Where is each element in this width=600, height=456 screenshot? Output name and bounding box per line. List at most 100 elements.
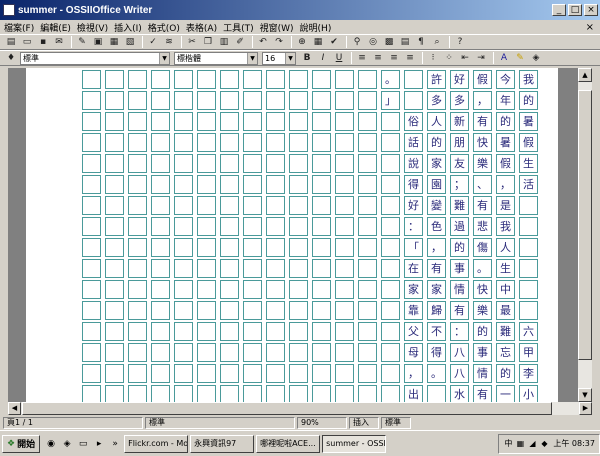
grid-cell[interactable]: 有 [450, 301, 469, 320]
grid-cell[interactable] [197, 175, 216, 194]
menu-file[interactable]: 檔案(F) [4, 21, 34, 34]
grid-cell[interactable]: 。 [427, 364, 446, 383]
justify-icon[interactable]: ≡ [403, 52, 417, 65]
grid-cell[interactable] [197, 238, 216, 257]
grid-cell[interactable] [243, 217, 262, 236]
grid-cell[interactable] [243, 70, 262, 89]
grid-cell[interactable]: 多 [450, 91, 469, 110]
grid-cell[interactable]: 中 [496, 280, 515, 299]
grid-cell[interactable] [105, 385, 124, 402]
grid-cell[interactable]: 我 [519, 70, 538, 89]
scroll-down-icon[interactable]: ▼ [578, 388, 592, 402]
decrease-indent-icon[interactable]: ⇤ [458, 52, 472, 65]
grid-cell[interactable] [105, 154, 124, 173]
grid-cell[interactable] [335, 364, 354, 383]
navigator-icon[interactable]: ◎ [366, 36, 380, 49]
grid-cell[interactable] [220, 133, 239, 152]
grid-cell[interactable] [174, 175, 193, 194]
grid-cell[interactable]: 變 [427, 196, 446, 215]
grid-cell[interactable] [220, 364, 239, 383]
grid-cell[interactable] [82, 133, 101, 152]
align-center-icon[interactable]: ≡ [371, 52, 385, 65]
grid-cell[interactable] [151, 133, 170, 152]
media-player-icon[interactable]: ▸ [92, 437, 106, 451]
grid-cell[interactable]: 有 [473, 196, 492, 215]
grid-cell[interactable] [266, 154, 285, 173]
font-size-select[interactable]: 16 ▼ [262, 51, 296, 65]
grid-cell[interactable] [128, 154, 147, 173]
grid-cell[interactable] [358, 133, 377, 152]
grid-cell[interactable] [381, 343, 400, 362]
grid-cell[interactable] [82, 217, 101, 236]
new-document-icon[interactable]: ▤ [4, 36, 18, 49]
grid-cell[interactable] [174, 259, 193, 278]
grid-cell[interactable] [197, 70, 216, 89]
volume-icon[interactable]: ◢ [527, 439, 537, 449]
grid-cell[interactable] [289, 238, 308, 257]
grid-cell[interactable] [174, 364, 193, 383]
grid-cell[interactable] [519, 301, 538, 320]
grid-cell[interactable]: 、 [473, 175, 492, 194]
grid-cell[interactable]: 」 [381, 91, 400, 110]
grid-cell[interactable] [128, 385, 147, 402]
grid-cell[interactable] [128, 196, 147, 215]
grid-cell[interactable]: 忘 [496, 343, 515, 362]
grid-cell[interactable] [220, 217, 239, 236]
grid-cell[interactable] [381, 385, 400, 402]
grid-cell[interactable] [151, 217, 170, 236]
grid-cell[interactable] [266, 385, 285, 402]
task-folder[interactable]: 永興資訊97 [190, 434, 255, 453]
grid-cell[interactable] [174, 343, 193, 362]
grid-cell[interactable] [197, 385, 216, 402]
grid-cell[interactable] [105, 112, 124, 131]
edit-file-icon[interactable]: ✎ [75, 36, 89, 49]
horizontal-scroll-thumb[interactable] [22, 402, 552, 415]
grid-cell[interactable] [197, 154, 216, 173]
grid-cell[interactable] [358, 385, 377, 402]
formatting-marks-icon[interactable]: ¶ [414, 36, 428, 49]
grid-cell[interactable] [105, 238, 124, 257]
grid-cell[interactable]: 多 [427, 91, 446, 110]
grid-cell[interactable] [519, 238, 538, 257]
grid-cell[interactable]: 在 [404, 259, 423, 278]
email-icon[interactable]: ✉ [52, 36, 66, 49]
grid-cell[interactable] [381, 301, 400, 320]
grid-cell[interactable] [105, 259, 124, 278]
chevron-down-icon[interactable]: ▼ [247, 52, 257, 64]
grid-cell[interactable]: 李 [519, 364, 538, 383]
grid-cell[interactable] [243, 238, 262, 257]
grid-cell[interactable] [266, 301, 285, 320]
grid-cell[interactable]: 色 [427, 217, 446, 236]
grid-cell[interactable]: 生 [519, 154, 538, 173]
font-color-icon[interactable]: A [497, 52, 511, 65]
menu-help[interactable]: 說明(H) [300, 21, 332, 34]
grid-cell[interactable]: 歸 [427, 301, 446, 320]
grid-cell[interactable] [312, 196, 331, 215]
grid-cell[interactable] [197, 364, 216, 383]
grid-cell[interactable] [266, 343, 285, 362]
grid-cell[interactable] [358, 196, 377, 215]
grid-cell[interactable] [289, 364, 308, 383]
grid-cell[interactable]: 。 [381, 70, 400, 89]
grid-cell[interactable] [220, 154, 239, 173]
grid-cell[interactable] [151, 385, 170, 402]
grid-cell[interactable] [381, 322, 400, 341]
grid-cell[interactable]: 的 [496, 112, 515, 131]
grid-cell[interactable] [358, 175, 377, 194]
status-insert-mode[interactable]: 插入 [349, 417, 379, 429]
grid-cell[interactable] [82, 196, 101, 215]
export-pdf-icon[interactable]: ▣ [91, 36, 105, 49]
grid-cell[interactable] [312, 280, 331, 299]
ime-icon[interactable]: 中 [503, 439, 513, 449]
task-flickr[interactable]: Flickr.com - Mo... [124, 434, 189, 453]
grid-cell[interactable] [381, 238, 400, 257]
grid-cell[interactable] [358, 301, 377, 320]
grid-cell[interactable]: 得 [404, 175, 423, 194]
grid-cell[interactable] [335, 217, 354, 236]
grid-cell[interactable] [289, 217, 308, 236]
grid-cell[interactable] [151, 343, 170, 362]
grid-cell[interactable] [243, 175, 262, 194]
grid-cell[interactable]: 園 [427, 175, 446, 194]
grid-cell[interactable] [128, 133, 147, 152]
document-page[interactable]: 我的暑假生活六甲李小今年的暑假，是我人生中最難忘的一假，有快樂、有悲傷。快樂的事… [26, 68, 558, 402]
